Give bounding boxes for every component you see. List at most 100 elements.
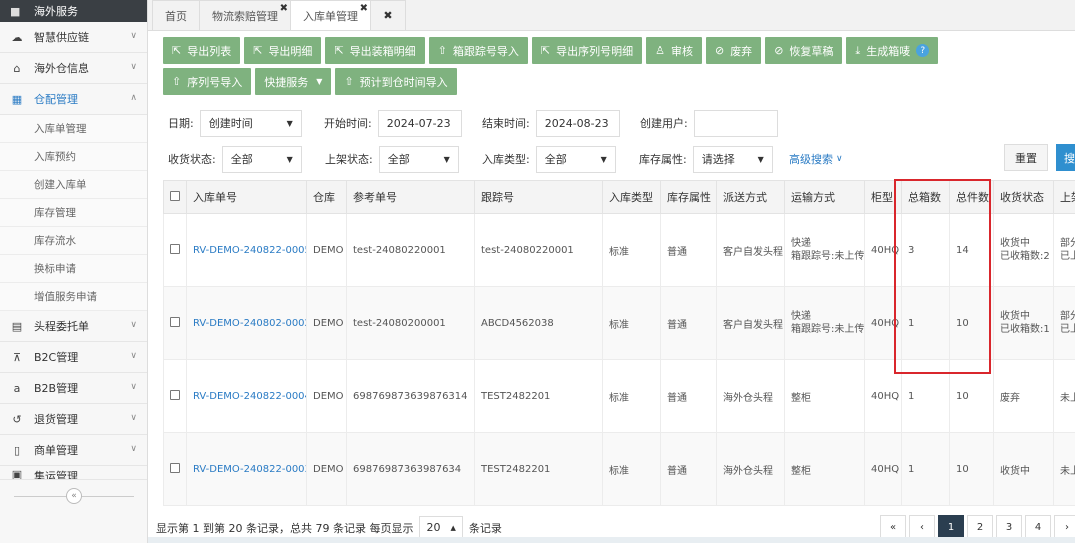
cell-line: 部分: [1060, 311, 1075, 322]
import-eta-button[interactable]: ⇧ 预计到仓时间导入: [335, 68, 457, 95]
select-value: 全部: [544, 153, 567, 166]
sidebar-subitem-create-inbound[interactable]: 创建入库单: [0, 171, 147, 199]
cell-cabinet: 40HQ: [864, 432, 902, 506]
discard-button[interactable]: ⊘ 废弃: [705, 37, 762, 64]
tab-inbound[interactable]: 入库单管理 ✖: [290, 0, 371, 30]
reset-button[interactable]: 重置: [1004, 144, 1048, 171]
select-all-checkbox[interactable]: [170, 190, 180, 201]
page-size-select[interactable]: 20 ▲: [419, 515, 463, 540]
close-all-tabs-button[interactable]: ✖: [370, 0, 406, 30]
page-2-button[interactable]: 2: [967, 515, 993, 539]
order-link[interactable]: RV-DEMO-240802-0002: [186, 286, 307, 360]
col-header[interactable]: 库存属性: [660, 180, 717, 214]
first-page-button[interactable]: «: [880, 515, 906, 539]
sidebar-item-b2b[interactable]: a B2B管理 ∨: [0, 373, 147, 404]
next-page-button[interactable]: ›: [1054, 515, 1075, 539]
cell-boxes: 3: [901, 213, 950, 287]
sidebar-subitem-value-added[interactable]: 增值服务申请: [0, 283, 147, 311]
col-header[interactable]: 入库单号: [186, 180, 307, 214]
table-row[interactable]: RV-DEMO-240822-0004 DEMO 698769873639876…: [163, 359, 1075, 433]
sidebar-collapse[interactable]: «: [0, 486, 147, 506]
header-checkbox-cell[interactable]: [163, 180, 187, 214]
page-4-button[interactable]: 4: [1025, 515, 1051, 539]
row-checkbox-cell[interactable]: [163, 213, 187, 287]
page-3-button[interactable]: 3: [996, 515, 1022, 539]
stock-attr-select[interactable]: 请选择 ▼: [692, 145, 773, 173]
receive-status-select[interactable]: 全部 ▼: [221, 145, 302, 173]
cell-attr: 普通: [660, 432, 717, 506]
date-type-select[interactable]: 创建时间 ▼: [199, 109, 302, 137]
row-checkbox[interactable]: [170, 462, 180, 473]
sidebar-top-item[interactable]: ■ 海外服务: [0, 0, 147, 22]
col-header[interactable]: 柜型: [864, 180, 902, 214]
creator-input[interactable]: [693, 109, 778, 137]
order-link[interactable]: RV-DEMO-240822-0004: [186, 359, 307, 433]
export-packing-button[interactable]: ⇱ 导出装箱明细: [325, 37, 425, 64]
page-1-button[interactable]: 1: [938, 515, 964, 539]
sidebar-item-smart-supply[interactable]: ☁ 智慧供应链 ∨: [0, 22, 147, 53]
inbound-type-select[interactable]: 全部 ▼: [535, 145, 616, 173]
close-icon[interactable]: ✖: [280, 3, 288, 14]
cell-type: 标准: [602, 359, 661, 433]
cell-type: 标准: [602, 286, 661, 360]
sidebar-subitem-inbound-mgmt[interactable]: 入库单管理: [0, 115, 147, 143]
col-header[interactable]: 收货状态: [993, 180, 1054, 214]
row-checkbox-cell[interactable]: [163, 359, 187, 433]
sidebar-item-consolidation[interactable]: ▣ 集运管理: [0, 466, 147, 480]
col-header[interactable]: 参考单号: [346, 180, 475, 214]
tab-claims[interactable]: 物流索赔管理 ✖: [199, 0, 291, 30]
table-row[interactable]: RV-DEMO-240802-0002 DEMO test-2408020000…: [163, 286, 1075, 360]
row-checkbox-cell[interactable]: [163, 286, 187, 360]
help-icon[interactable]: ?: [916, 44, 930, 57]
col-header[interactable]: 跟踪号: [474, 180, 603, 214]
quick-service-dropdown[interactable]: 快捷服务 ▼: [255, 68, 332, 95]
tab-home[interactable]: 首页: [152, 0, 200, 30]
tab-bar: 首页 物流索赔管理 ✖ 入库单管理 ✖ ✖: [148, 0, 1075, 31]
import-serial-button[interactable]: ⇧ 序列号导入: [163, 68, 252, 95]
sidebar-subitem-relabel[interactable]: 换标申请: [0, 255, 147, 283]
col-header[interactable]: 总件数: [949, 180, 994, 214]
sidebar-subitem-inventory-flow[interactable]: 库存流水: [0, 227, 147, 255]
row-checkbox[interactable]: [170, 389, 180, 400]
col-header[interactable]: 运输方式: [784, 180, 865, 214]
row-checkbox-cell[interactable]: [163, 432, 187, 506]
select-value: 请选择: [701, 153, 735, 166]
sidebar-item-warehouse-info[interactable]: ⌂ 海外仓信息 ∨: [0, 53, 147, 84]
sidebar-subitem-inventory[interactable]: 库存管理: [0, 199, 147, 227]
shelf-status-select[interactable]: 全部 ▼: [378, 145, 459, 173]
cell-line: 已上: [1060, 324, 1075, 335]
advanced-search-link[interactable]: 高级搜索: [789, 151, 833, 167]
export-serial-button[interactable]: ⇱ 导出序列号明细: [531, 37, 643, 64]
sidebar-item-warehouse-mgmt[interactable]: ▦ 仓配管理 ∧: [0, 84, 147, 115]
table-row[interactable]: RV-DEMO-240822-0005 DEMO test-2408022000…: [163, 213, 1075, 287]
sidebar-item-returns[interactable]: ↺ 退货管理 ∨: [0, 404, 147, 435]
generate-box-label-button[interactable]: ⤓ 生成箱唛?: [846, 37, 939, 64]
end-time-input[interactable]: 2024-08-23: [535, 109, 620, 137]
import-box-tracking-button[interactable]: ⇧ 箱跟踪号导入: [428, 37, 528, 64]
row-checkbox[interactable]: [170, 243, 180, 254]
audit-button[interactable]: ♙ 审核: [646, 37, 702, 64]
order-link[interactable]: RV-DEMO-240822-0003: [186, 432, 307, 506]
close-icon[interactable]: ✖: [360, 3, 368, 14]
caret-down-icon: ▼: [757, 154, 764, 164]
sidebar-item-orders[interactable]: ▯ 商单管理 ∨: [0, 435, 147, 466]
col-header[interactable]: 仓库: [306, 180, 347, 214]
col-header[interactable]: 入库类型: [602, 180, 661, 214]
search-button[interactable]: 搜: [1056, 144, 1075, 171]
shelf-status-label: 上架状态:: [325, 153, 373, 166]
order-link[interactable]: RV-DEMO-240822-0005: [186, 213, 307, 287]
row-checkbox[interactable]: [170, 316, 180, 327]
start-time-input[interactable]: 2024-07-23: [377, 109, 462, 137]
sidebar-item-b2c[interactable]: ⊼ B2C管理 ∨: [0, 342, 147, 373]
prev-page-button[interactable]: ‹: [909, 515, 935, 539]
col-header[interactable]: 上架: [1053, 180, 1075, 214]
export-list-button[interactable]: ⇱ 导出列表: [163, 37, 241, 64]
sidebar-subitem-inbound-booking[interactable]: 入库预约: [0, 143, 147, 171]
table-row[interactable]: RV-DEMO-240822-0003 DEMO 698769873639876…: [163, 432, 1075, 506]
sidebar-item-first-leg[interactable]: ▤ 头程委托单 ∨: [0, 311, 147, 342]
col-header[interactable]: 总箱数: [901, 180, 950, 214]
double-chevron-left-icon[interactable]: «: [66, 488, 82, 504]
restore-draft-button[interactable]: ⊘ 恢复草稿: [765, 37, 843, 64]
col-header[interactable]: 派送方式: [716, 180, 785, 214]
export-detail-button[interactable]: ⇱ 导出明细: [244, 37, 322, 64]
